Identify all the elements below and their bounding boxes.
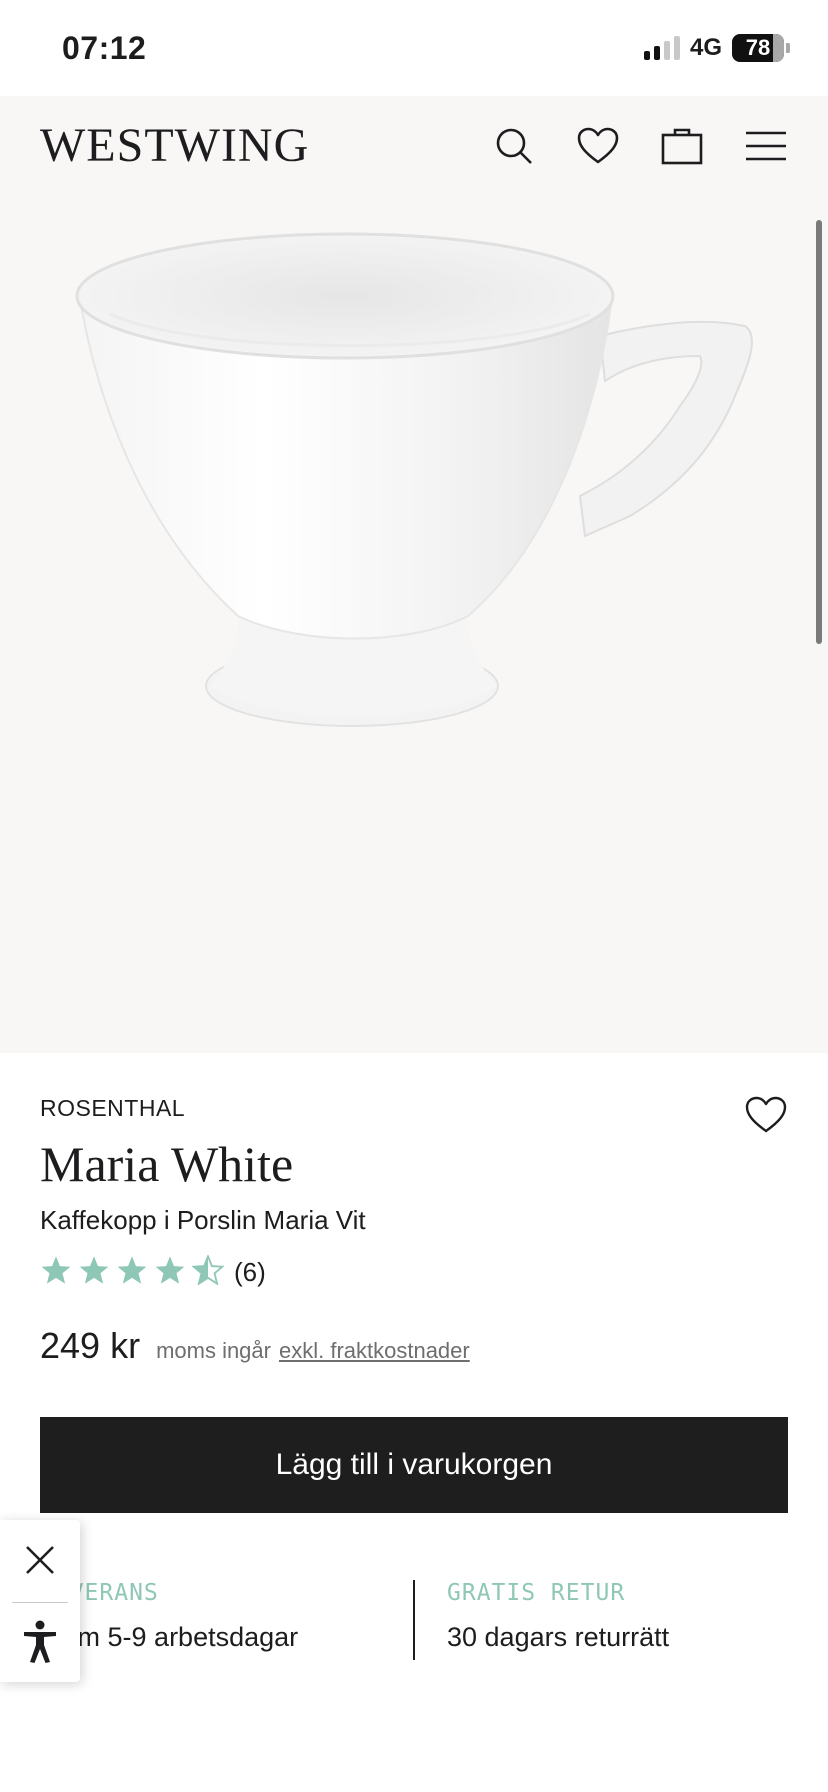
- half-star-icon: [191, 1253, 225, 1290]
- product-brand[interactable]: ROSENTHAL: [40, 1095, 185, 1122]
- review-count[interactable]: (6): [234, 1257, 266, 1288]
- widget-divider: [12, 1602, 68, 1603]
- usp-divider: [413, 1580, 415, 1660]
- image-scrollbar[interactable]: [816, 220, 822, 644]
- usp-row: LEVERANS Inom 5-9 arbetsdagar GRATIS RET…: [0, 1580, 828, 1660]
- star-icon: [154, 1255, 186, 1290]
- vat-note: moms ingår: [156, 1338, 271, 1363]
- star-icon: [78, 1255, 110, 1290]
- star-icon: [116, 1255, 148, 1290]
- product-price: 249 kr: [40, 1325, 141, 1366]
- usp-returns-value: 30 dagars returrätt: [447, 1622, 670, 1652]
- status-time: 07:12: [62, 30, 147, 66]
- network-label: 4G: [689, 34, 722, 61]
- battery-level: 78: [745, 35, 771, 60]
- product-title: Maria White: [40, 1136, 294, 1192]
- menu-icon[interactable]: [744, 124, 788, 168]
- add-to-wishlist-heart-icon[interactable]: [744, 1095, 788, 1135]
- bag-icon[interactable]: [660, 124, 704, 168]
- star-icon: [40, 1255, 72, 1290]
- close-icon[interactable]: [0, 1520, 80, 1600]
- add-to-cart-button[interactable]: Lägg till i varukorgen: [40, 1417, 788, 1513]
- usp-returns: GRATIS RETUR 30 dagars returrätt: [447, 1580, 669, 1653]
- product-subtitle: Kaffekopp i Porslin Maria Vit: [40, 1205, 366, 1235]
- battery-icon: 78: [732, 34, 784, 62]
- signal-icon: [643, 36, 680, 60]
- usp-returns-label: GRATIS RETUR: [447, 1580, 626, 1606]
- status-bar: 07:12 4G 78: [0, 0, 828, 96]
- battery-nub: [786, 43, 790, 53]
- shipping-cost-link[interactable]: exkl. fraktkostnader: [279, 1338, 470, 1364]
- accessibility-widget: [0, 1520, 80, 1682]
- westwing-logo[interactable]: WESTWING: [40, 118, 309, 173]
- price-row: 249 kr moms ingår exkl. fraktkostnader: [40, 1325, 470, 1367]
- product-rating[interactable]: (6): [40, 1253, 266, 1290]
- search-icon[interactable]: [492, 124, 536, 168]
- teacup-illustration: [75, 232, 753, 727]
- wishlist-heart-icon[interactable]: [576, 124, 620, 168]
- header-actions: [492, 124, 788, 168]
- site-header: WESTWING: [0, 96, 828, 196]
- product-image[interactable]: [0, 196, 828, 1053]
- status-indicators: 4G 78: [643, 34, 790, 62]
- accessibility-icon[interactable]: [0, 1604, 80, 1680]
